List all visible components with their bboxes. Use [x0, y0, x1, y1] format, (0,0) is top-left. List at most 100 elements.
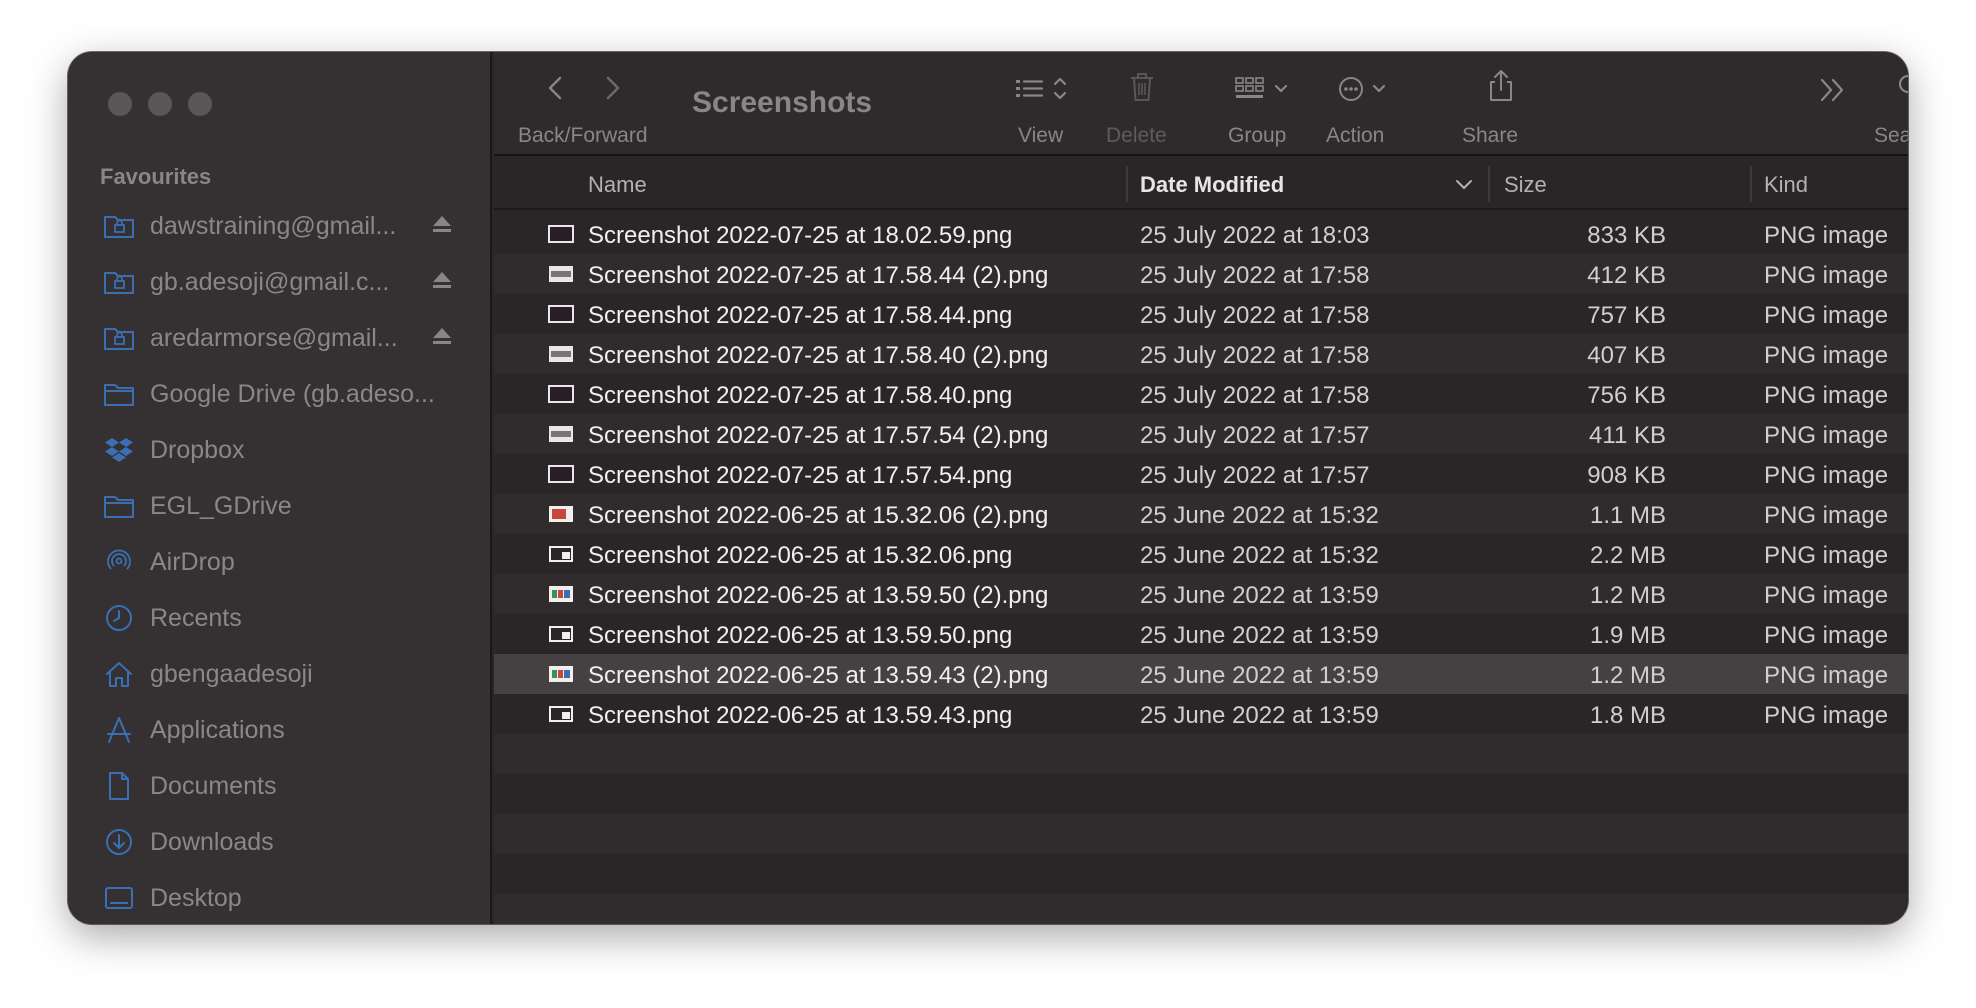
share-button[interactable]: Share: [1462, 52, 1542, 156]
back-forward-label: Back/Forward: [518, 124, 648, 147]
file-kind: PNG image: [1764, 382, 1889, 409]
column-size[interactable]: Size: [1504, 172, 1547, 198]
sidebar-item-label: aredarmorse@gmail...: [150, 323, 398, 352]
sidebar-section-title: Favourites: [100, 164, 212, 189]
sidebar-item[interactable]: Google Drive (gb.adeso...: [68, 366, 490, 422]
file-name: Screenshot 2022-07-25 at 17.58.40 (2).pn…: [588, 342, 1049, 369]
file-row[interactable]: Screenshot 2022-07-25 at 18.02.59.png 25 …: [494, 214, 1908, 254]
file-size: 757 KB: [1587, 302, 1666, 329]
group-label: Group: [1228, 124, 1287, 147]
eject-icon[interactable]: [430, 213, 456, 239]
eject-icon[interactable]: [430, 269, 456, 295]
png-file-icon: [548, 305, 574, 323]
sort-descending-icon[interactable]: [1454, 178, 1474, 192]
list-view-icon: [1016, 77, 1067, 100]
file-date-modified: 25 June 2022 at 15:32: [1140, 542, 1379, 569]
forward-icon[interactable]: [598, 74, 626, 102]
group-button[interactable]: Group: [1228, 52, 1308, 156]
column-separator[interactable]: [1126, 166, 1128, 202]
file-kind: PNG image: [1764, 462, 1889, 489]
file-kind: PNG image: [1764, 422, 1889, 449]
file-row[interactable]: Screenshot 2022-06-25 at 15.32.06 (2).pn…: [494, 494, 1908, 534]
sidebar-item-label: Documents: [150, 771, 277, 800]
file-date-modified: 25 July 2022 at 17:58: [1140, 262, 1370, 289]
column-separator[interactable]: [1488, 166, 1490, 202]
sidebar-item[interactable]: Desktop: [68, 870, 490, 924]
desktop-icon: [102, 881, 136, 915]
file-name: Screenshot 2022-07-25 at 18.02.59.png: [588, 222, 1013, 249]
file-size: 833 KB: [1587, 222, 1666, 249]
file-row[interactable]: Screenshot 2022-07-25 at 17.57.54.png 25 …: [494, 454, 1908, 494]
png-file-icon: [548, 705, 574, 723]
png-file-icon: [548, 225, 574, 243]
column-header: Name Date Modified Size Kind: [494, 158, 1908, 210]
sidebar-item[interactable]: Dropbox: [68, 422, 490, 478]
sidebar-item[interactable]: Applications: [68, 702, 490, 758]
sidebar-item[interactable]: aredarmorse@gmail...: [68, 310, 490, 366]
sidebar-item[interactable]: Downloads: [68, 814, 490, 870]
sidebar-item-label: AirDrop: [150, 547, 235, 576]
sidebar-item[interactable]: gbengaadesoji: [68, 646, 490, 702]
search-icon: [1898, 74, 1908, 94]
sidebar-item-label: gb.adesoji@gmail.c...: [150, 267, 390, 296]
file-kind: PNG image: [1764, 622, 1889, 649]
column-name[interactable]: Name: [588, 172, 647, 198]
png-file-icon: [548, 425, 574, 443]
file-row[interactable]: Screenshot 2022-07-25 at 17.58.44 (2).pn…: [494, 254, 1908, 294]
file-row[interactable]: Screenshot 2022-06-25 at 13.59.43 (2).pn…: [494, 654, 1908, 694]
sidebar-item-label: dawstraining@gmail...: [150, 211, 397, 240]
applications-icon: [102, 713, 136, 747]
home-icon: [102, 657, 136, 691]
sidebar-item-label: Desktop: [150, 883, 242, 912]
file-row[interactable]: Screenshot 2022-07-25 at 17.57.54 (2).pn…: [494, 414, 1908, 454]
file-row[interactable]: Screenshot 2022-06-25 at 13.59.50 (2).pn…: [494, 574, 1908, 614]
close-button[interactable]: [108, 92, 132, 116]
eject-icon[interactable]: [430, 325, 456, 351]
finder-window: Favourites dawstraining@gmail... gb.adeso…: [68, 52, 1908, 924]
sidebar-item[interactable]: AirDrop: [68, 534, 490, 590]
back-icon[interactable]: [542, 74, 570, 102]
file-name: Screenshot 2022-07-25 at 17.57.54.png: [588, 462, 1013, 489]
column-separator[interactable]: [1750, 166, 1752, 202]
file-name: Screenshot 2022-06-25 at 13.59.50.png: [588, 622, 1013, 649]
png-file-icon: [548, 625, 574, 643]
empty-row: [494, 734, 1908, 774]
column-kind[interactable]: Kind: [1764, 172, 1808, 198]
file-size: 1.9 MB: [1589, 622, 1666, 649]
more-toolbar-icon[interactable]: [1818, 76, 1848, 104]
file-row[interactable]: Screenshot 2022-06-25 at 13.59.50.png 25 …: [494, 614, 1908, 654]
sidebar-item[interactable]: dawstraining@gmail...: [68, 198, 490, 254]
file-row[interactable]: Screenshot 2022-06-25 at 15.32.06.png 25 …: [494, 534, 1908, 574]
file-size: 1.2 MB: [1589, 662, 1666, 689]
file-row[interactable]: Screenshot 2022-07-25 at 17.58.44.png 25 …: [494, 294, 1908, 334]
action-button[interactable]: Action: [1326, 52, 1416, 156]
action-label: Action: [1326, 124, 1385, 147]
search-button[interactable]: Search: [1874, 52, 1908, 156]
file-name: Screenshot 2022-07-25 at 17.58.44 (2).pn…: [588, 262, 1049, 289]
delete-button[interactable]: Delete: [1106, 52, 1186, 156]
sidebar-item[interactable]: gb.adesoji@gmail.c...: [68, 254, 490, 310]
file-date-modified: 25 June 2022 at 13:59: [1140, 702, 1379, 729]
file-date-modified: 25 July 2022 at 17:58: [1140, 302, 1370, 329]
sidebar-item-label: Dropbox: [150, 435, 245, 464]
empty-row: [494, 814, 1908, 854]
file-kind: PNG image: [1764, 342, 1889, 369]
column-date-modified[interactable]: Date Modified: [1140, 172, 1284, 198]
file-name: Screenshot 2022-07-25 at 17.57.54 (2).pn…: [588, 422, 1049, 449]
sidebar-item[interactable]: Documents: [68, 758, 490, 814]
share-icon: [1490, 70, 1512, 101]
window-title: Screenshots: [692, 86, 873, 119]
file-row[interactable]: Screenshot 2022-07-25 at 17.58.40.png 25 …: [494, 374, 1908, 414]
sidebar-item[interactable]: EGL_GDrive: [68, 478, 490, 534]
file-row[interactable]: Screenshot 2022-07-25 at 17.58.40 (2).pn…: [494, 334, 1908, 374]
file-size: 412 KB: [1587, 262, 1666, 289]
view-button[interactable]: View: [1014, 52, 1094, 156]
zoom-button[interactable]: [188, 92, 212, 116]
cloud-folder-icon: [102, 209, 136, 243]
minimize-button[interactable]: [148, 92, 172, 116]
sidebar-item-label: Recents: [150, 603, 242, 632]
file-row[interactable]: Screenshot 2022-06-25 at 13.59.43.png 25 …: [494, 694, 1908, 734]
file-name: Screenshot 2022-06-25 at 13.59.50 (2).pn…: [588, 582, 1049, 609]
sidebar-item[interactable]: Recents: [68, 590, 490, 646]
download-icon: [102, 825, 136, 859]
